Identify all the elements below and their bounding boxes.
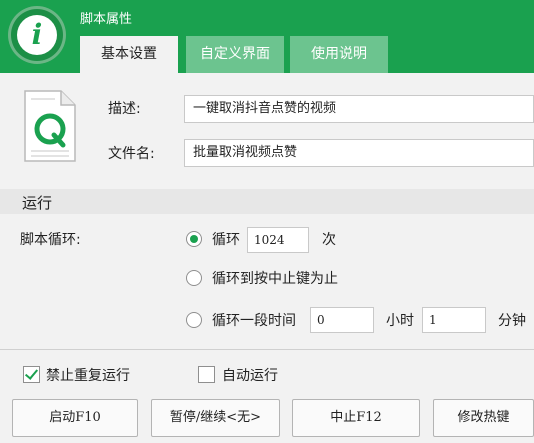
no-repeat-checkbox[interactable] (23, 366, 40, 383)
filename-label: 文件名: (108, 146, 155, 162)
change-hotkey-button[interactable]: 修改热键 (433, 399, 534, 437)
minutes-unit: 分钟 (498, 313, 526, 329)
description-input[interactable]: 一键取消抖音点赞的视频 (184, 95, 534, 123)
description-label: 描述: (108, 101, 141, 117)
loop-duration-radio[interactable] (186, 312, 202, 328)
hours-unit: 小时 (386, 313, 414, 329)
loop-until-stop-radio[interactable] (186, 270, 202, 286)
hours-input[interactable]: 0 (310, 307, 374, 333)
auto-run-checkbox[interactable] (198, 366, 215, 383)
loop-count-label: 循环 (212, 232, 240, 248)
loop-until-stop-label: 循环到按中止键为止 (212, 271, 338, 287)
tab-instructions[interactable]: 使用说明 (290, 36, 388, 73)
loop-duration-label: 循环一段时间 (212, 313, 296, 329)
loop-count-unit: 次 (322, 232, 336, 248)
pause-resume-button[interactable]: 暂停/继续<无> (151, 399, 280, 437)
stop-button[interactable]: 中止F12 (292, 399, 420, 437)
script-file-icon (24, 90, 76, 162)
loop-count-radio[interactable] (186, 231, 202, 247)
run-section-title: 运行 (22, 194, 53, 212)
no-repeat-label: 禁止重复运行 (46, 368, 130, 384)
filename-input[interactable]: 批量取消视频点赞 (184, 139, 534, 167)
title-bar: i 脚本属性 基本设置 自定义界面 使用说明 (0, 0, 534, 73)
start-button[interactable]: 启动F10 (12, 399, 138, 437)
tab-custom-ui[interactable]: 自定义界面 (186, 36, 284, 73)
run-section-header (0, 189, 534, 214)
info-icon: i (8, 6, 66, 64)
loop-count-input[interactable]: 1024 (247, 227, 309, 253)
divider (0, 349, 534, 350)
script-loop-label: 脚本循环: (20, 232, 81, 248)
tab-basic-settings[interactable]: 基本设置 (80, 36, 178, 73)
minutes-input[interactable]: 1 (422, 307, 486, 333)
auto-run-label: 自动运行 (222, 368, 278, 384)
window-title: 脚本属性 (80, 12, 133, 27)
